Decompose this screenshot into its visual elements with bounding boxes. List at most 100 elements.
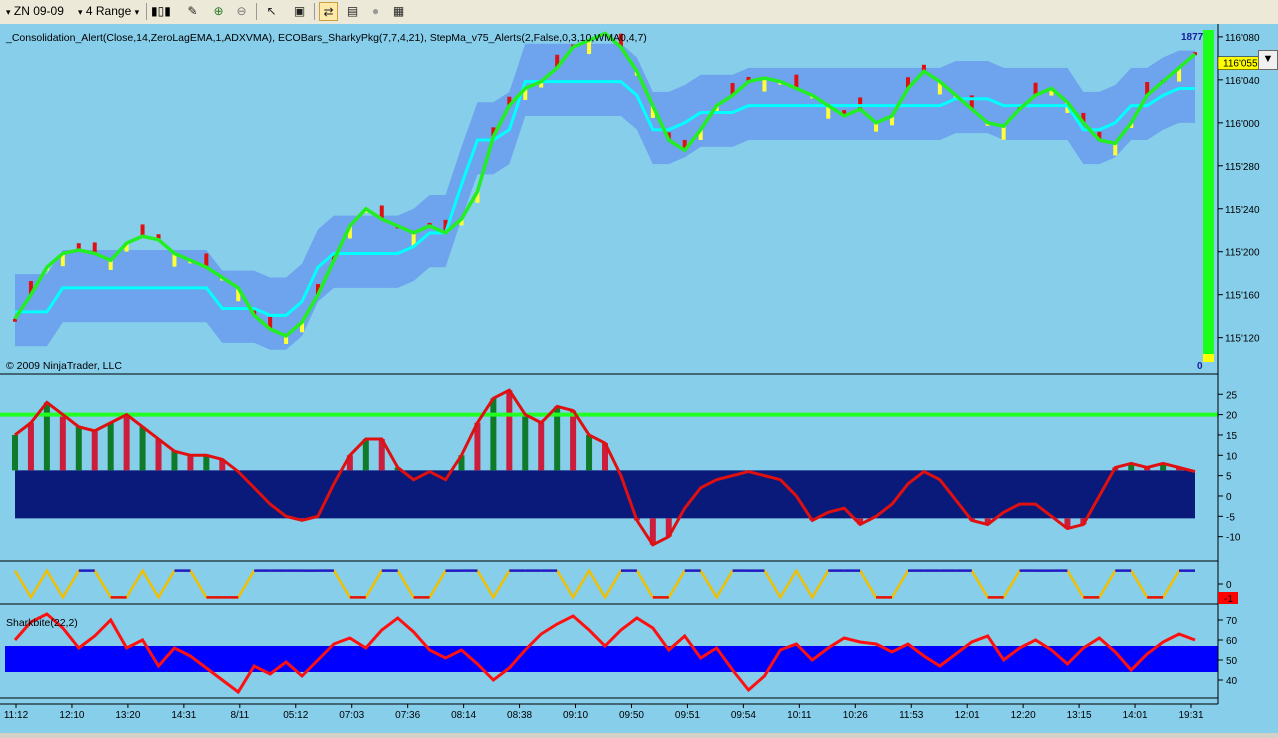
period-label: 4 Range bbox=[85, 4, 132, 18]
oscillator-bar bbox=[586, 434, 593, 471]
signal-marker-text: -1 bbox=[1224, 594, 1233, 605]
toolbar-divider bbox=[314, 3, 315, 20]
data-box-icon[interactable]: ▣ bbox=[290, 2, 309, 21]
x-tick-label: 12:10 bbox=[59, 710, 84, 721]
x-tick-label: 08:14 bbox=[451, 710, 476, 721]
x-tick-label: 19:31 bbox=[1178, 710, 1203, 721]
x-tick-label: 12:20 bbox=[1011, 710, 1036, 721]
price-candle bbox=[1113, 143, 1118, 156]
y-tick-label: 70 bbox=[1226, 616, 1238, 627]
x-tick-label: 11:12 bbox=[4, 710, 29, 721]
oscillator-bar bbox=[75, 426, 82, 471]
copyright-label: © 2009 NinjaTrader, LLC bbox=[6, 360, 122, 372]
volume-meter-cap bbox=[1203, 354, 1214, 362]
oscillator-bar bbox=[522, 414, 529, 471]
oscillator-bar bbox=[59, 414, 66, 471]
oscillator-bar bbox=[27, 422, 34, 471]
oscillator-bar bbox=[362, 439, 369, 471]
volume-top-label: 1877 bbox=[1181, 32, 1204, 43]
oscillator-bar bbox=[187, 455, 194, 471]
properties-icon[interactable]: ▤ bbox=[343, 2, 362, 21]
indicator-icon[interactable]: ● bbox=[366, 2, 385, 21]
oscillator-bar bbox=[490, 398, 497, 471]
instrument-selector[interactable]: ▾ ZN 09-09 bbox=[6, 3, 64, 20]
chevron-down-icon: ▾ bbox=[134, 7, 140, 17]
oscillator-bar bbox=[506, 390, 513, 471]
x-tick-label: 12:01 bbox=[955, 710, 980, 721]
zoom-out-icon[interactable]: ⊖ bbox=[232, 2, 251, 21]
chart-scroll-button[interactable]: ▼ bbox=[1258, 50, 1278, 70]
x-tick-label: 13:15 bbox=[1067, 710, 1092, 721]
oscillator-bar bbox=[538, 422, 545, 471]
price-candle bbox=[1001, 126, 1006, 140]
x-tick-label: 07:03 bbox=[339, 710, 364, 721]
oscillator-bar bbox=[12, 434, 18, 471]
sharkbite-label: Sharkbite(22,2) bbox=[6, 617, 78, 629]
chevron-down-icon: ▾ bbox=[78, 7, 83, 17]
y-tick-label: 116'040 bbox=[1225, 76, 1260, 87]
oscillator-bar bbox=[107, 422, 114, 471]
toolbar: ▾ ZN 09-09 ▾ 4 Range ▾ ▮▯▮ ✎ ⊕ ⊖ ↖ ▣ ⇄ ▤… bbox=[0, 0, 1278, 25]
chart-canvas: 116'080 116'040 116'000 115'280 115'240 115'2… bbox=[0, 24, 1278, 733]
oscillator-bar bbox=[139, 426, 146, 471]
y-tick-label: 115'240 bbox=[1225, 205, 1260, 216]
oscillator-bar bbox=[570, 410, 577, 471]
y-tick-label: 40 bbox=[1226, 676, 1238, 687]
y-tick-label: 115'120 bbox=[1225, 334, 1260, 345]
oscillator-bar bbox=[203, 455, 210, 471]
y-tick-label: 115'160 bbox=[1225, 291, 1260, 302]
x-tick-label: 09:54 bbox=[731, 710, 756, 721]
x-tick-label: 09:50 bbox=[619, 710, 644, 721]
volume-bottom-label: 0 bbox=[1197, 361, 1203, 372]
y-tick-label: 0 bbox=[1226, 492, 1232, 503]
oscillator-bar bbox=[123, 414, 130, 471]
candlestick-icon[interactable]: ▮▯▮ bbox=[151, 2, 171, 21]
oscillator-bar bbox=[155, 439, 162, 471]
y-tick-label: 116'080 bbox=[1225, 33, 1260, 44]
instrument-label: ZN 09-09 bbox=[13, 4, 64, 18]
y-tick-label: -5 bbox=[1226, 512, 1235, 523]
toolbar-divider bbox=[146, 3, 147, 20]
x-tick-label: 14:31 bbox=[171, 710, 196, 721]
chevron-down-icon: ▼ bbox=[1262, 53, 1274, 65]
y-tick-label: 5 bbox=[1226, 472, 1232, 483]
x-tick-label: 14:01 bbox=[1123, 710, 1148, 721]
y-tick-label: 10 bbox=[1226, 451, 1238, 462]
x-tick-label: 05:12 bbox=[283, 710, 308, 721]
draw-icon[interactable]: ✎ bbox=[183, 2, 202, 21]
signal-marker: -1 bbox=[1218, 592, 1238, 605]
chart-area: 116'080 116'040 116'000 115'280 115'240 115'2… bbox=[0, 24, 1278, 733]
y-tick-label: 115'200 bbox=[1225, 248, 1260, 259]
chevron-down-icon: ▾ bbox=[6, 7, 11, 17]
x-tick-label: 07:36 bbox=[395, 710, 420, 721]
y-tick-label: 15 bbox=[1226, 431, 1238, 442]
oscillator-bar bbox=[171, 451, 178, 471]
oscillator-bar bbox=[91, 430, 98, 471]
x-tick-label: 09:51 bbox=[675, 710, 700, 721]
y-tick-label: 25 bbox=[1226, 390, 1238, 401]
cursor-icon[interactable]: ↖ bbox=[262, 2, 281, 21]
x-tick-label: 09:10 bbox=[563, 710, 588, 721]
oscillator-bar bbox=[43, 402, 50, 471]
x-tick-label: 11:53 bbox=[899, 710, 924, 721]
price-marker-text: 116'055 bbox=[1223, 59, 1258, 70]
oscillator-band bbox=[15, 470, 1195, 519]
y-tick-label: 20 bbox=[1226, 411, 1238, 422]
x-tick-label: 8/11 bbox=[230, 710, 249, 721]
x-tick-label: 10:26 bbox=[843, 710, 868, 721]
y-tick-label: 116'000 bbox=[1225, 119, 1260, 130]
sharkbite-band bbox=[5, 646, 1218, 672]
chart-trader-icon[interactable]: ⇄ bbox=[319, 2, 338, 21]
indicator-label: _Consolidation_Alert(Close,14,ZeroLagEMA… bbox=[5, 32, 647, 44]
x-tick-label: 13:20 bbox=[115, 710, 140, 721]
zoom-in-icon[interactable]: ⊕ bbox=[209, 2, 228, 21]
x-tick-label: 10:11 bbox=[787, 710, 812, 721]
y-tick-label: -10 bbox=[1226, 533, 1241, 544]
y-tick-label: 0 bbox=[1226, 580, 1232, 591]
snapshot-icon[interactable]: ▦ bbox=[389, 2, 408, 21]
y-tick-label: 115'280 bbox=[1225, 162, 1260, 173]
toolbar-divider bbox=[256, 3, 257, 20]
y-tick-label: 50 bbox=[1226, 656, 1238, 667]
y-tick-label: 60 bbox=[1226, 636, 1238, 647]
period-selector[interactable]: ▾ 4 Range ▾ bbox=[78, 3, 139, 20]
